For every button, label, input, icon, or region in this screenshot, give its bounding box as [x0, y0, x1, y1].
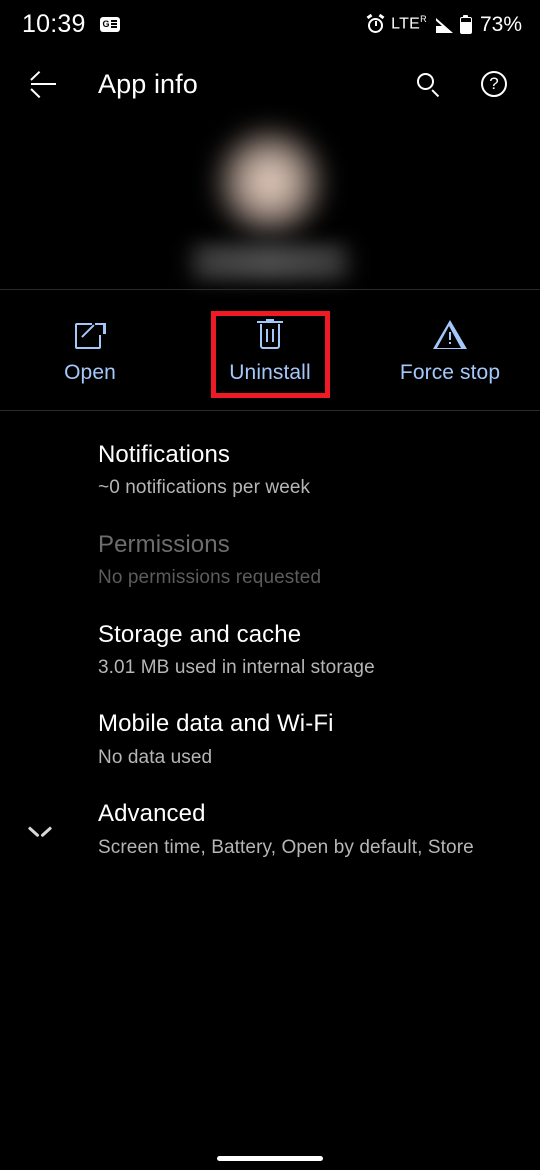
notification-badge-lines: [110, 20, 117, 28]
list-item-subtitle: Screen time, Battery, Open by default, S…: [98, 836, 474, 858]
force-stop-button[interactable]: Force stop: [360, 290, 540, 410]
uninstall-button-label: Uninstall: [229, 361, 311, 384]
list-item-storage-and-cache[interactable]: Storage and cache 3.01 MB used in intern…: [0, 605, 540, 695]
divider-below-actions: [0, 410, 540, 411]
app-icon: [218, 129, 322, 234]
app-info-screen: 10:39 G LTER 73% App info ? Open Uninsta…: [0, 0, 540, 1170]
action-row: Open Uninstall Force stop: [0, 290, 540, 410]
app-bar: App info ?: [0, 48, 540, 120]
list-item-permissions: Permissions No permissions requested: [0, 515, 540, 605]
help-circle-icon: ?: [481, 71, 507, 97]
back-button[interactable]: [20, 60, 68, 108]
help-button[interactable]: ?: [470, 60, 518, 108]
list-item-notifications[interactable]: Notifications ~0 notifications per week: [0, 425, 540, 515]
list-item-subtitle: ~0 notifications per week: [98, 477, 311, 499]
home-gesture-pill[interactable]: [217, 1156, 323, 1161]
search-icon: [416, 72, 441, 97]
cellular-signal-icon: [433, 16, 453, 33]
open-button-label: Open: [64, 361, 116, 384]
battery-icon: [459, 14, 472, 34]
trash-icon: [257, 319, 283, 351]
list-item-advanced[interactable]: Advanced Screen time, Battery, Open by d…: [0, 784, 540, 874]
chevron-down-icon: [28, 823, 52, 838]
list-item-subtitle: 3.01 MB used in internal storage: [98, 656, 375, 678]
uninstall-icon-wrap: [257, 315, 283, 355]
search-button[interactable]: [404, 60, 452, 108]
status-bar: 10:39 G LTER 73%: [0, 0, 540, 48]
force-stop-button-label: Force stop: [399, 361, 501, 384]
status-bar-left: 10:39 G: [22, 9, 120, 38]
list-item-title: Permissions: [98, 530, 230, 558]
notification-badge-letter: G: [102, 18, 110, 29]
roaming-indicator: R: [420, 14, 427, 25]
page-title: App info: [98, 68, 198, 99]
status-bar-right: LTER 73%: [366, 12, 522, 36]
advanced-expand-toggle[interactable]: [22, 784, 58, 874]
open-icon-wrap: [74, 315, 107, 355]
settings-list: Notifications ~0 notifications per week …: [0, 425, 540, 874]
warning-triangle-icon: [433, 320, 467, 350]
google-notification-badge-icon: G: [99, 16, 120, 32]
open-button[interactable]: Open: [0, 290, 180, 410]
open-in-new-icon: [74, 320, 107, 351]
network-type-label: LTER: [391, 14, 427, 33]
list-item-title: Advanced: [98, 800, 206, 828]
list-item-title: Storage and cache: [98, 620, 302, 648]
arrow-back-icon: [30, 70, 57, 99]
app-name-label: [184, 243, 356, 280]
list-item-title: Mobile data and Wi-Fi: [98, 710, 334, 738]
status-clock: 10:39: [22, 9, 86, 38]
list-item-subtitle: No permissions requested: [98, 567, 322, 589]
list-item-subtitle: No data used: [98, 746, 213, 768]
force-stop-icon-wrap: [433, 315, 467, 355]
alarm-clock-icon: [366, 13, 385, 33]
battery-percent-label: 73%: [479, 12, 522, 36]
uninstall-button[interactable]: Uninstall: [180, 290, 360, 410]
list-item-title: Notifications: [98, 441, 231, 468]
app-header: [0, 122, 540, 289]
list-item-mobile-data-and-wifi[interactable]: Mobile data and Wi-Fi No data used: [0, 694, 540, 784]
